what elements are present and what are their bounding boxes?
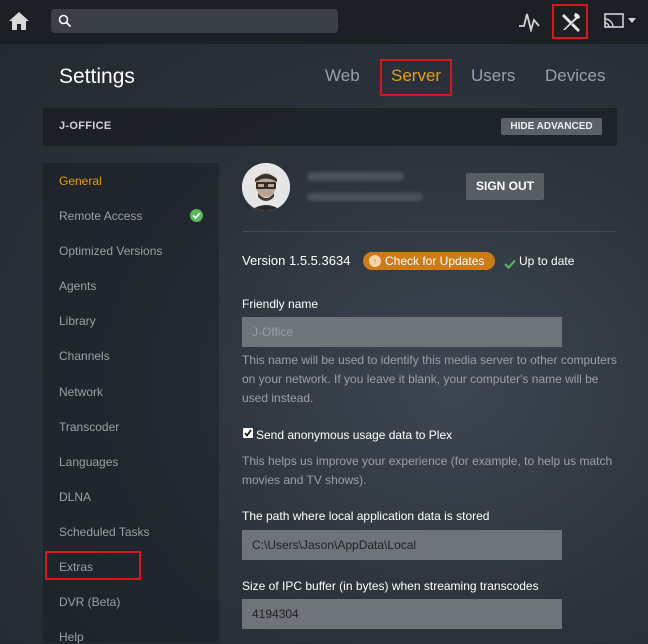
- check-updates-button[interactable]: ↑ Check for Updates: [363, 252, 495, 270]
- remote-access-status-icon: [190, 209, 203, 222]
- sidebar-item-library[interactable]: Library: [59, 314, 96, 328]
- friendly-name-help: This name will be used to identify this …: [242, 353, 617, 405]
- sidebar-item-languages[interactable]: Languages: [59, 455, 118, 469]
- sidebar-item-general[interactable]: General: [59, 174, 102, 188]
- divider: [242, 231, 617, 232]
- tab-users[interactable]: Users: [471, 66, 515, 86]
- check-icon: [504, 256, 516, 274]
- top-bar: [0, 0, 648, 44]
- sidebar-item-scheduled-tasks[interactable]: Scheduled Tasks: [59, 525, 150, 539]
- cast-icon[interactable]: [603, 11, 637, 31]
- account-email-redacted: [307, 193, 423, 201]
- page-title: Settings: [59, 65, 135, 88]
- sidebar-item-channels[interactable]: Channels: [59, 349, 110, 363]
- sidebar-item-optimized-versions[interactable]: Optimized Versions: [59, 244, 162, 258]
- search-icon: [58, 14, 72, 28]
- version-text: Version 1.5.5.3634: [242, 253, 351, 268]
- tab-web[interactable]: Web: [325, 66, 360, 86]
- hide-advanced-button[interactable]: HIDE ADVANCED: [501, 118, 602, 135]
- anon-usage-checkbox[interactable]: [243, 428, 253, 438]
- anon-usage-help: This helps us improve your experience (f…: [242, 454, 613, 487]
- tools-icon[interactable]: [560, 11, 582, 33]
- sidebar-item-help[interactable]: Help: [59, 630, 84, 644]
- sidebar-item-agents[interactable]: Agents: [59, 279, 96, 293]
- check-updates-label: Check for Updates: [385, 254, 485, 268]
- account-name-redacted: [307, 172, 404, 181]
- sidebar-item-transcoder[interactable]: Transcoder: [59, 420, 119, 434]
- sign-out-button[interactable]: SIGN OUT: [466, 173, 544, 200]
- sidebar-item-dvr[interactable]: DVR (Beta): [59, 595, 120, 609]
- update-status: Up to date: [519, 254, 575, 268]
- data-path-input[interactable]: [242, 530, 562, 560]
- arrow-up-icon: ↑: [369, 255, 381, 267]
- data-path-label: The path where local application data is…: [242, 509, 490, 523]
- search-bar[interactable]: [51, 9, 338, 33]
- activity-icon[interactable]: [518, 10, 540, 34]
- ipc-buffer-input[interactable]: [242, 599, 562, 629]
- tab-devices[interactable]: Devices: [545, 66, 605, 86]
- avatar: [242, 163, 290, 211]
- anon-usage-label: Send anonymous usage data to Plex: [256, 428, 453, 442]
- friendly-name-input[interactable]: [242, 317, 562, 347]
- extras-highlight: [45, 551, 141, 580]
- friendly-name-label: Friendly name: [242, 297, 319, 311]
- server-name: J-OFFICE: [59, 120, 112, 132]
- home-icon[interactable]: [8, 10, 30, 32]
- sidebar-item-remote-access[interactable]: Remote Access: [59, 209, 142, 223]
- sidebar-item-dlna[interactable]: DLNA: [59, 490, 91, 504]
- sidebar-item-network[interactable]: Network: [59, 385, 103, 399]
- ipc-buffer-label: Size of IPC buffer (in bytes) when strea…: [242, 579, 539, 593]
- server-tab-highlight: [380, 59, 452, 96]
- tools-highlight: [552, 4, 588, 39]
